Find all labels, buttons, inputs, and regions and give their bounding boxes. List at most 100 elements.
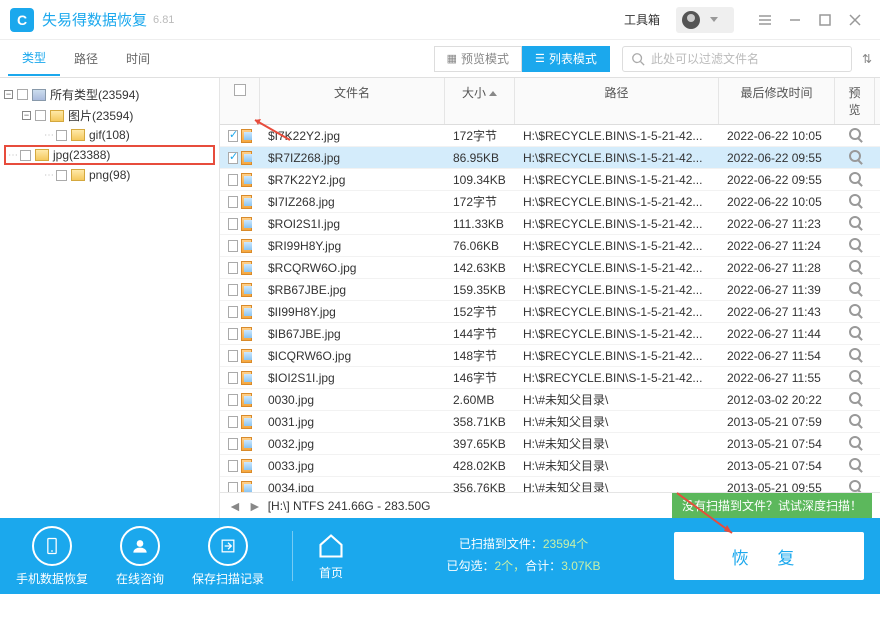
table-row[interactable]: $II99H8Y.jpg152字节H:\$RECYCLE.BIN\S-1-5-2… <box>220 301 880 323</box>
save-scan-button[interactable]: 保存扫描记录 <box>192 526 264 587</box>
toolbox-link[interactable]: 工具箱 <box>624 11 660 28</box>
col-size[interactable]: 大小 <box>445 78 515 124</box>
row-checkbox[interactable] <box>228 416 238 428</box>
row-checkbox[interactable] <box>228 460 238 472</box>
table-row[interactable]: $ROI2S1I.jpg111.33KBH:\$RECYCLE.BIN\S-1-… <box>220 213 880 235</box>
cell-name: $R7K22Y2.jpg <box>260 173 445 187</box>
deep-scan-button[interactable]: 没有扫描到文件？试试深度扫描！ <box>672 493 872 518</box>
magnify-icon <box>849 348 861 360</box>
cell-mtime: 2022-06-27 11:43 <box>719 305 835 319</box>
cell-preview[interactable] <box>835 216 875 231</box>
col-check[interactable] <box>220 78 260 124</box>
cell-size: 358.71KB <box>445 415 515 429</box>
cell-preview[interactable] <box>835 282 875 297</box>
table-row[interactable]: $RCQRW6O.jpg142.63KBH:\$RECYCLE.BIN\S-1-… <box>220 257 880 279</box>
cell-size: 111.33KB <box>445 217 515 231</box>
row-checkbox[interactable] <box>228 240 238 252</box>
nav-prev-icon[interactable]: ◄ <box>228 498 242 514</box>
cell-mtime: 2012-03-02 20:22 <box>719 393 835 407</box>
cell-preview[interactable] <box>835 150 875 165</box>
col-name[interactable]: 文件名 <box>260 78 445 124</box>
row-checkbox[interactable] <box>228 174 238 186</box>
cell-preview[interactable] <box>835 260 875 275</box>
tab-type[interactable]: 类型 <box>8 41 60 76</box>
table-row[interactable]: $I7K22Y2.jpg172字节H:\$RECYCLE.BIN\S-1-5-2… <box>220 125 880 147</box>
table-body[interactable]: $I7K22Y2.jpg172字节H:\$RECYCLE.BIN\S-1-5-2… <box>220 125 880 492</box>
cell-path: H:\$RECYCLE.BIN\S-1-5-21-42... <box>515 129 719 143</box>
phone-recovery-button[interactable]: 手机数据恢复 <box>16 526 88 587</box>
magnify-icon <box>849 128 861 140</box>
row-checkbox[interactable] <box>228 306 238 318</box>
table-row[interactable]: 0031.jpg358.71KBH:\#未知父目录\2013-05-21 07:… <box>220 411 880 433</box>
file-icon <box>241 261 252 275</box>
row-checkbox[interactable] <box>228 218 238 230</box>
row-checkbox[interactable] <box>228 130 238 142</box>
cell-preview[interactable] <box>835 238 875 253</box>
row-checkbox[interactable] <box>228 438 238 450</box>
cell-preview[interactable] <box>835 414 875 429</box>
table-row[interactable]: $IOI2S1I.jpg146字节H:\$RECYCLE.BIN\S-1-5-2… <box>220 367 880 389</box>
user-menu[interactable] <box>676 7 734 33</box>
minimize-button[interactable] <box>780 5 810 35</box>
file-icon <box>241 173 252 187</box>
col-mtime[interactable]: 最后修改时间 <box>719 78 835 124</box>
row-checkbox[interactable] <box>228 284 238 296</box>
tree-root[interactable]: −所有类型(23594) <box>4 84 215 105</box>
home-button[interactable]: 首页 <box>317 532 345 581</box>
table-row[interactable]: $ICQRW6O.jpg148字节H:\$RECYCLE.BIN\S-1-5-2… <box>220 345 880 367</box>
nav-next-icon[interactable]: ► <box>248 498 262 514</box>
table-row[interactable]: $R7IZ268.jpg86.95KBH:\$RECYCLE.BIN\S-1-5… <box>220 147 880 169</box>
cell-preview[interactable] <box>835 172 875 187</box>
tree-png[interactable]: ⋯png(98) <box>4 166 215 184</box>
cell-path: H:\#未知父目录\ <box>515 413 719 430</box>
table-row[interactable]: 0030.jpg2.60MBH:\#未知父目录\2012-03-02 20:22 <box>220 389 880 411</box>
cell-preview[interactable] <box>835 436 875 451</box>
list-mode-button[interactable]: ☰列表模式 <box>522 46 610 72</box>
online-chat-button[interactable]: 在线咨询 <box>116 526 164 587</box>
tree-jpg[interactable]: ⋯jpg(23388) <box>4 145 215 165</box>
table-row[interactable]: $I7IZ268.jpg172字节H:\$RECYCLE.BIN\S-1-5-2… <box>220 191 880 213</box>
row-checkbox[interactable] <box>228 372 238 384</box>
tab-time[interactable]: 时间 <box>112 42 164 75</box>
row-checkbox[interactable] <box>228 394 238 406</box>
row-checkbox[interactable] <box>228 196 238 208</box>
cell-preview[interactable] <box>835 480 875 492</box>
table-row[interactable]: $R7K22Y2.jpg109.34KBH:\$RECYCLE.BIN\S-1-… <box>220 169 880 191</box>
cell-preview[interactable] <box>835 370 875 385</box>
table-row[interactable]: 0034.jpg356.76KBH:\#未知父目录\2013-05-21 09:… <box>220 477 880 492</box>
close-button[interactable] <box>840 5 870 35</box>
magnify-icon <box>849 392 861 404</box>
filter-icon[interactable]: ⇅ <box>862 52 872 66</box>
maximize-button[interactable] <box>810 5 840 35</box>
cell-preview[interactable] <box>835 304 875 319</box>
cell-preview[interactable] <box>835 128 875 143</box>
table-row[interactable]: $RI99H8Y.jpg76.06KBH:\$RECYCLE.BIN\S-1-5… <box>220 235 880 257</box>
row-checkbox[interactable] <box>228 152 238 164</box>
cell-preview[interactable] <box>835 458 875 473</box>
search-input[interactable]: 此处可以过滤文件名 <box>622 46 852 72</box>
row-checkbox[interactable] <box>228 328 238 340</box>
cell-mtime: 2013-05-21 07:59 <box>719 415 835 429</box>
table-row[interactable]: 0033.jpg428.02KBH:\#未知父目录\2013-05-21 07:… <box>220 455 880 477</box>
recover-button[interactable]: 恢 复 <box>674 532 864 580</box>
row-checkbox[interactable] <box>228 482 238 493</box>
cell-mtime: 2022-06-27 11:39 <box>719 283 835 297</box>
cell-preview[interactable] <box>835 194 875 209</box>
col-path[interactable]: 路径 <box>515 78 719 124</box>
table-row[interactable]: 0032.jpg397.65KBH:\#未知父目录\2013-05-21 07:… <box>220 433 880 455</box>
row-checkbox[interactable] <box>228 350 238 362</box>
table-row[interactable]: $IB67JBE.jpg144字节H:\$RECYCLE.BIN\S-1-5-2… <box>220 323 880 345</box>
col-preview[interactable]: 预览 <box>835 78 875 124</box>
magnify-icon <box>849 304 861 316</box>
cell-preview[interactable] <box>835 392 875 407</box>
tree-pics[interactable]: −图片(23594) <box>4 105 215 126</box>
cell-preview[interactable] <box>835 326 875 341</box>
tree-gif[interactable]: ⋯gif(108) <box>4 126 215 144</box>
menu-button[interactable] <box>750 5 780 35</box>
cell-preview[interactable] <box>835 348 875 363</box>
row-checkbox[interactable] <box>228 262 238 274</box>
tab-path[interactable]: 路径 <box>60 42 112 75</box>
preview-mode-button[interactable]: ▦预览模式 <box>434 46 522 72</box>
table-row[interactable]: $RB67JBE.jpg159.35KBH:\$RECYCLE.BIN\S-1-… <box>220 279 880 301</box>
cell-size: 144字节 <box>445 325 515 342</box>
